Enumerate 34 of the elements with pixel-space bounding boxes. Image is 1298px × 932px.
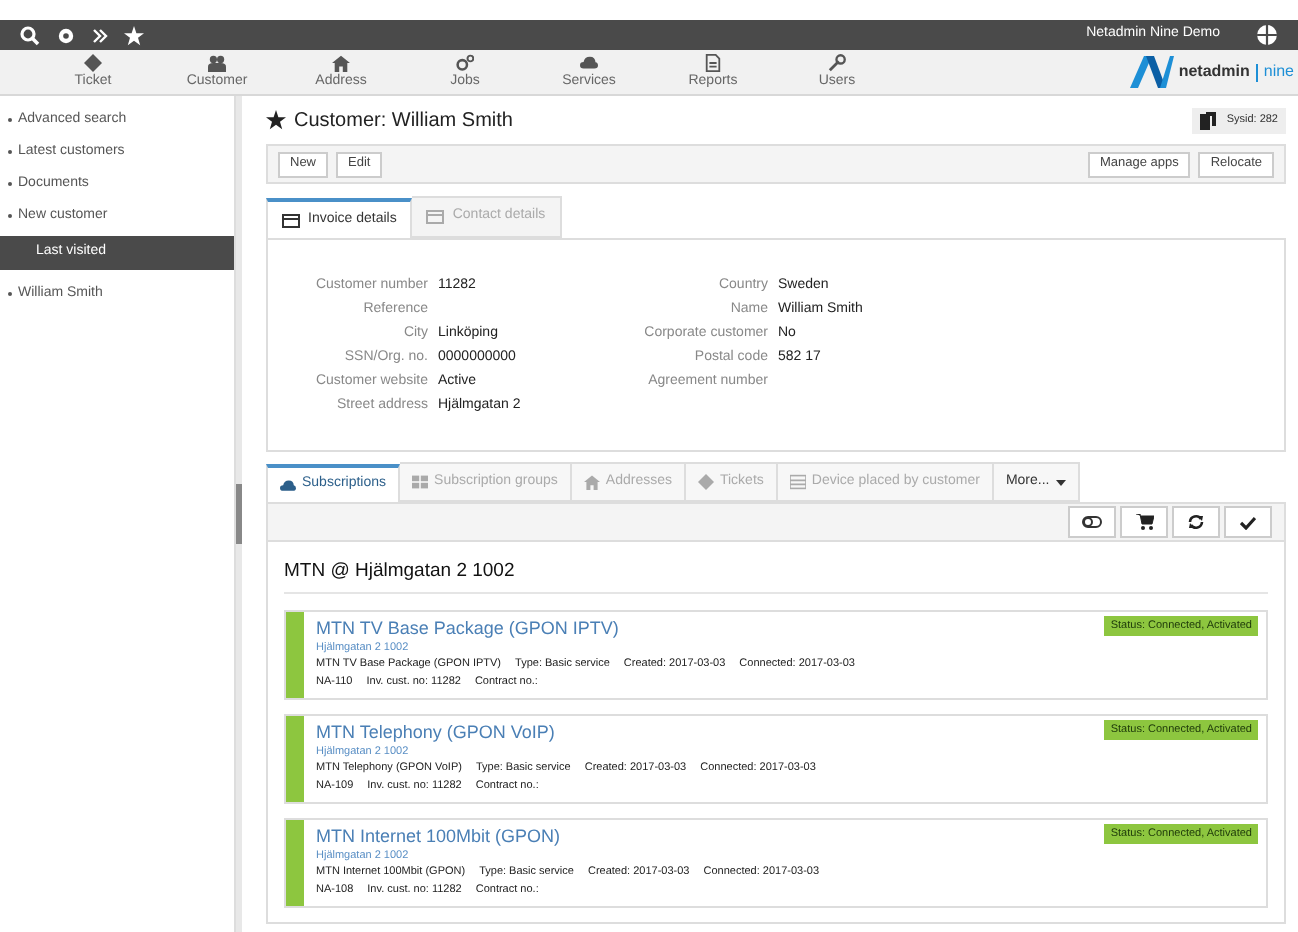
refresh-button[interactable]	[1172, 506, 1220, 538]
home-icon	[332, 54, 350, 72]
check-icon	[1240, 515, 1256, 529]
logo-mark-icon	[1130, 56, 1175, 88]
cloud-icon	[580, 54, 598, 72]
cart-icon	[1135, 514, 1153, 530]
star-icon[interactable]	[124, 25, 144, 45]
tag-icon	[697, 474, 714, 490]
home-icon	[583, 474, 600, 490]
check-button[interactable]	[1224, 506, 1272, 538]
subscription-link[interactable]: MTN Telephony (GPON VoIP)	[316, 722, 1105, 745]
grid-icon	[412, 474, 429, 490]
card-icon	[426, 210, 445, 224]
card-icon	[282, 213, 300, 227]
cloud-icon	[280, 477, 296, 493]
chevrons-icon[interactable]	[92, 27, 108, 43]
people-icon	[208, 54, 226, 72]
document-icon	[704, 54, 722, 72]
search-icon[interactable]	[20, 25, 40, 45]
toggle-icon	[1082, 516, 1102, 528]
subscription-link[interactable]: MTN Internet 100Mbit (GPON)	[316, 826, 1105, 849]
page-title: Customer: William Smith	[294, 107, 513, 135]
globe-icon[interactable]	[1256, 24, 1278, 46]
tag-icon	[84, 54, 102, 72]
caret-icon	[1055, 479, 1066, 485]
logo: netadmin nine	[1130, 56, 1298, 88]
list-icon	[789, 474, 806, 490]
cart-button[interactable]	[1120, 506, 1168, 538]
subscription-link[interactable]: MTN TV Base Package (GPON IPTV)	[316, 618, 1105, 641]
toggle-button[interactable]	[1068, 506, 1116, 538]
section-title: MTN @ Hjälmgatan 2 1002	[284, 558, 1268, 595]
copy-icon	[1200, 111, 1217, 129]
star-icon[interactable]	[266, 110, 286, 130]
refresh-icon	[1188, 514, 1204, 530]
